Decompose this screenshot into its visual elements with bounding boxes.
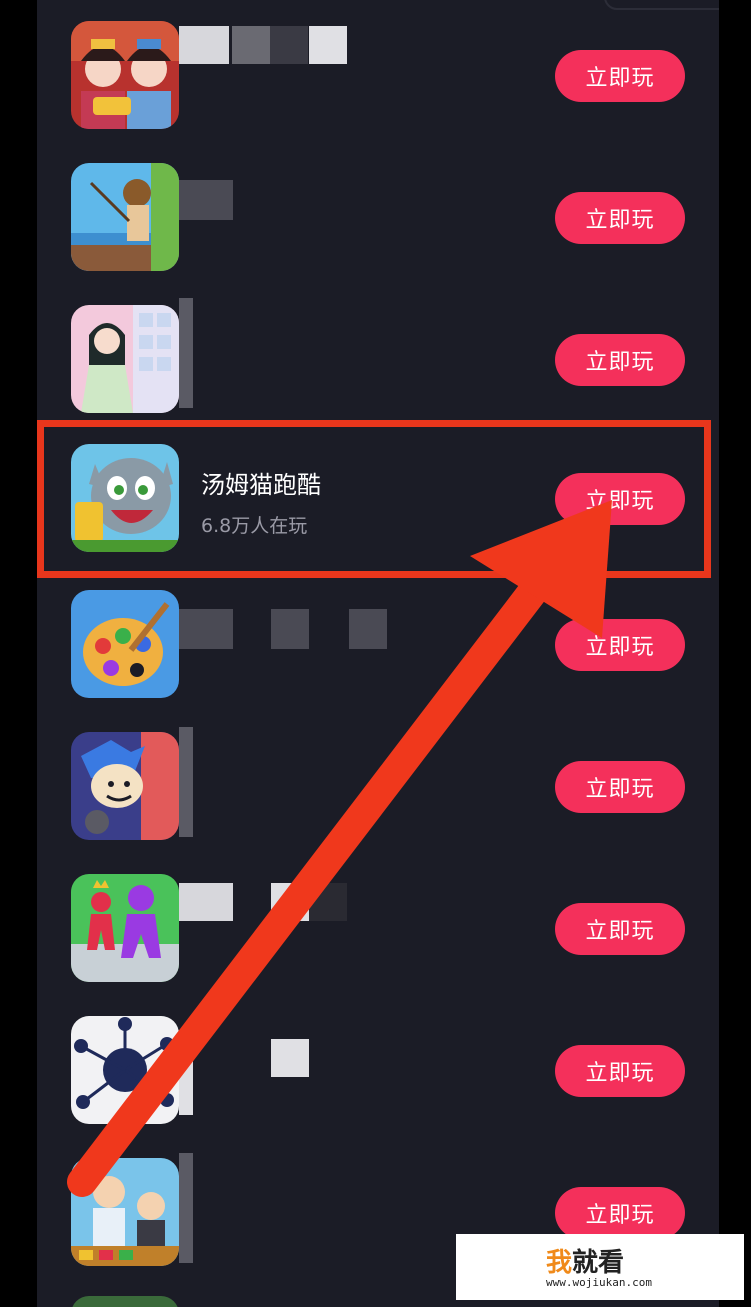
play-now-button[interactable]: 立即玩 [555, 473, 685, 525]
fishing-man-icon[interactable] [71, 163, 179, 271]
game-row-highlighted[interactable]: 汤姆猫跑酷 6.8万人在玩 立即玩 [37, 427, 719, 552]
game-title: 汤姆猫跑酷 [201, 471, 321, 499]
talking-tom-icon[interactable] [71, 444, 179, 552]
chef-grandpa-icon[interactable] [71, 1158, 179, 1266]
game-row[interactable]: 立即玩 [37, 573, 719, 698]
stickman-run-icon[interactable] [71, 874, 179, 982]
play-now-button[interactable]: 立即玩 [555, 619, 685, 671]
watermark-brand: 我就看 [546, 1248, 625, 1278]
watermark-logo: 我就看 www.wojiukan.com [456, 1234, 744, 1300]
game-list-panel: 立即玩 立即玩 立即玩 汤姆猫跑酷 6.8万人在玩 立即玩 立即玩 立即玩 立即… [37, 0, 719, 1307]
game-row[interactable]: 立即玩 [37, 857, 719, 982]
play-now-button[interactable]: 立即玩 [555, 903, 685, 955]
watermark-url: www.wojiukan.com [546, 1276, 652, 1289]
dress-up-girl-icon[interactable] [71, 305, 179, 413]
aa-dots-icon[interactable] [71, 1016, 179, 1124]
paint-palette-icon[interactable] [71, 590, 179, 698]
game-row[interactable]: 立即玩 [37, 288, 719, 413]
game-row[interactable]: 立即玩 [37, 4, 719, 129]
play-now-button[interactable]: 立即玩 [555, 1045, 685, 1097]
play-now-button[interactable]: 立即玩 [555, 192, 685, 244]
next-row-partial-icon [71, 1296, 179, 1307]
game-row[interactable]: 立即玩 [37, 146, 719, 271]
play-now-button[interactable]: 立即玩 [555, 1187, 685, 1239]
player-count: 6.8万人在玩 [201, 515, 308, 537]
rhythm-boy-icon[interactable] [71, 732, 179, 840]
play-now-button[interactable]: 立即玩 [555, 761, 685, 813]
play-now-button[interactable]: 立即玩 [555, 50, 685, 102]
game-row[interactable]: 立即玩 [37, 999, 719, 1124]
game-row[interactable]: 立即玩 [37, 715, 719, 840]
palace-girls-icon[interactable] [71, 21, 179, 129]
screen: 立即玩 立即玩 立即玩 汤姆猫跑酷 6.8万人在玩 立即玩 立即玩 立即玩 立即… [0, 0, 751, 1307]
play-now-button[interactable]: 立即玩 [555, 334, 685, 386]
